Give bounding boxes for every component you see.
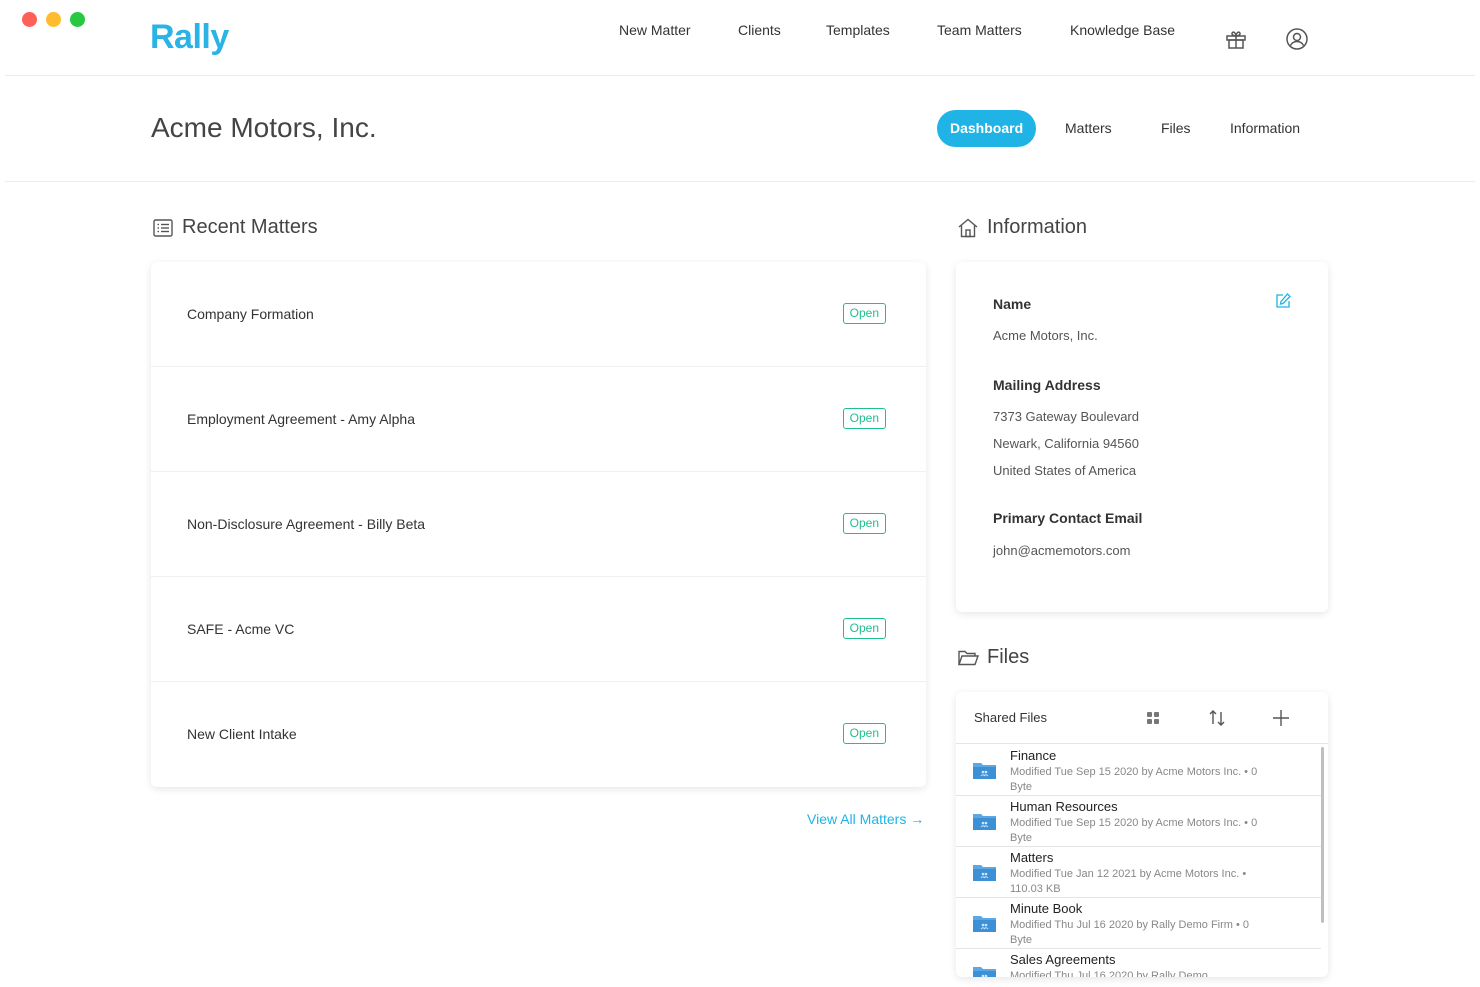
page-title: Acme Motors, Inc. [151, 112, 377, 143]
add-icon[interactable] [1271, 708, 1291, 728]
shared-folder-icon [973, 967, 996, 977]
shared-folder-icon [973, 814, 996, 830]
file-meta: Modified Tue Jan 12 2021 by Acme Motors … [1010, 868, 1247, 895]
recent-matters-heading: Recent Matters [152, 216, 318, 239]
nav-team-matters[interactable]: Team Matters [937, 22, 1022, 38]
matter-name[interactable]: Non-Disclosure Agreement - Billy Beta [187, 516, 425, 532]
address-line: United States of America [993, 463, 1137, 478]
matter-name[interactable]: Company Formation [187, 306, 314, 322]
file-meta: Modified Thu Jul 16 2020 by Rally Demo F… [1010, 919, 1250, 946]
matter-row[interactable]: Non-Disclosure Agreement - Billy Beta Op… [151, 472, 926, 577]
gift-icon[interactable] [1224, 27, 1248, 51]
tab-dashboard[interactable]: Dashboard [937, 110, 1037, 147]
matter-row[interactable]: New Client Intake Open [151, 682, 926, 787]
information-card: Name Acme Motors, Inc. Mailing Address 7… [956, 262, 1328, 612]
tab-matters[interactable]: Matters [1052, 110, 1125, 147]
primary-contact-email-value: john@acmemotors.com [993, 543, 1131, 558]
files-title: Files [987, 646, 1030, 668]
file-meta: Modified Thu Jul 16 2020 by Rally Demo [1010, 970, 1208, 977]
information-heading: Information [957, 216, 1087, 239]
matter-name[interactable]: New Client Intake [187, 726, 297, 742]
primary-contact-email-label: Primary Contact Email [993, 510, 1143, 526]
view-all-matters-link[interactable]: View All Matters → [807, 811, 924, 827]
matter-row[interactable]: Company Formation Open [151, 262, 926, 367]
status-badge: Open [842, 618, 886, 639]
mailing-address-label: Mailing Address [993, 377, 1101, 393]
tab-files[interactable]: Files [1148, 110, 1204, 147]
status-badge: Open [842, 303, 886, 324]
name-label: Name [993, 296, 1032, 312]
nav-clients[interactable]: Clients [738, 22, 781, 38]
status-badge: Open [842, 408, 886, 429]
file-name[interactable]: Finance [1010, 748, 1056, 763]
file-name[interactable]: Human Resources [1010, 799, 1118, 814]
address-line: 7373 Gateway Boulevard [993, 409, 1139, 424]
files-scrollbar[interactable] [1321, 747, 1324, 923]
shared-files-label: Shared Files [974, 710, 1047, 725]
files-heading: Files [957, 646, 1029, 669]
nav-templates[interactable]: Templates [826, 22, 890, 38]
matter-name[interactable]: Employment Agreement - Amy Alpha [187, 411, 415, 427]
file-name[interactable]: Matters [1010, 850, 1053, 865]
client-header: Acme Motors, Inc. Dashboard Matters File… [5, 76, 1475, 182]
file-meta: Modified Tue Sep 15 2020 by Acme Motors … [1010, 817, 1258, 844]
file-row[interactable]: Finance Modified Tue Sep 15 2020 by Acme… [956, 745, 1321, 796]
tab-information[interactable]: Information [1217, 110, 1313, 147]
file-row[interactable]: Human Resources Modified Tue Sep 15 2020… [956, 796, 1321, 847]
home-icon [958, 218, 978, 237]
shared-folder-icon [973, 916, 996, 932]
rally-logo[interactable]: Rally [150, 18, 229, 57]
grid-view-icon[interactable] [1143, 708, 1163, 728]
status-badge: Open [842, 723, 886, 744]
files-toolbar: Shared Files [956, 692, 1328, 744]
top-navigation-bar: Rally New Matter Clients Templates Team … [5, 0, 1475, 76]
user-account-icon[interactable] [1285, 27, 1309, 51]
status-badge: Open [842, 513, 886, 534]
nav-knowledge-base[interactable]: Knowledge Base [1070, 22, 1175, 38]
files-card: Shared Files Finance Modified Tue Sep 15… [956, 692, 1328, 977]
information-title: Information [987, 216, 1088, 238]
file-row[interactable]: Minute Book Modified Thu Jul 16 2020 by … [956, 898, 1321, 949]
file-row[interactable]: Sales Agreements Modified Thu Jul 16 202… [956, 949, 1321, 977]
folder-open-icon [958, 650, 979, 665]
matter-row[interactable]: SAFE - Acme VC Open [151, 577, 926, 682]
shared-folder-icon [973, 763, 996, 779]
recent-matters-title: Recent Matters [182, 216, 318, 238]
name-value: Acme Motors, Inc. [993, 328, 1098, 343]
file-row[interactable]: Matters Modified Tue Jan 12 2021 by Acme… [956, 847, 1321, 898]
edit-icon[interactable] [1274, 292, 1292, 310]
file-name[interactable]: Sales Agreements [1010, 952, 1116, 967]
nav-new-matter[interactable]: New Matter [619, 22, 691, 38]
list-icon [153, 218, 173, 237]
matter-name[interactable]: SAFE - Acme VC [187, 621, 294, 637]
recent-matters-list: Company Formation Open Employment Agreem… [151, 262, 926, 787]
file-name[interactable]: Minute Book [1010, 901, 1082, 916]
sort-icon[interactable] [1207, 708, 1227, 728]
shared-folder-icon [973, 865, 996, 881]
matter-row[interactable]: Employment Agreement - Amy Alpha Open [151, 367, 926, 472]
address-line: Newark, California 94560 [993, 436, 1139, 451]
file-meta: Modified Tue Sep 15 2020 by Acme Motors … [1010, 766, 1258, 793]
